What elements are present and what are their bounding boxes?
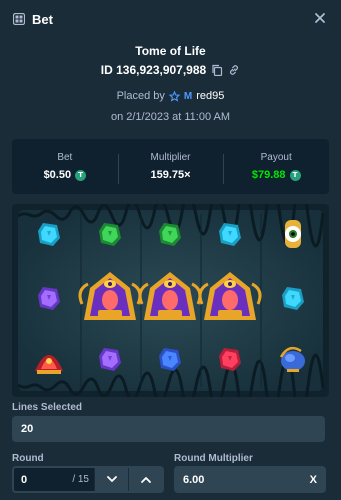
- round-stepper: 0 / 15: [12, 466, 164, 493]
- round-value: 0: [21, 473, 28, 486]
- placed-by-row: Placed by M red95: [0, 90, 341, 102]
- round-label: Round: [12, 453, 44, 464]
- bet-id-row: ID 136,923,907,988: [0, 63, 341, 77]
- tether-coin-icon: T: [75, 169, 87, 181]
- tether-coin-icon: T: [289, 169, 301, 181]
- slot-symbol-golden-eye-icon: [285, 220, 301, 248]
- round-multiplier-label: Round Multiplier: [174, 453, 253, 464]
- chevron-up-icon: [140, 477, 151, 483]
- modal-header: Bet: [0, 0, 341, 38]
- slot-board: [12, 204, 329, 397]
- stat-bet: Bet $0.50 T: [12, 152, 118, 181]
- vip-star-icon: [168, 90, 180, 102]
- round-multiplier-suffix: X: [309, 473, 317, 486]
- vip-badge: M: [183, 90, 193, 102]
- bet-date: on 2/1/2023 at 11:00 AM: [110, 111, 231, 123]
- modal-title: Bet: [32, 11, 53, 27]
- stat-bet-value: $0.50: [43, 169, 72, 181]
- bet-id: ID 136,923,907,988: [100, 63, 207, 77]
- game-title[interactable]: Tome of Life: [0, 44, 341, 58]
- stat-multiplier-value: 159.75×: [150, 169, 191, 181]
- close-icon[interactable]: [312, 10, 328, 26]
- round-increment-button[interactable]: [128, 468, 162, 491]
- link-icon[interactable]: [228, 64, 240, 76]
- placed-by-label: Placed by: [116, 90, 165, 102]
- lines-selected-value: 20: [21, 423, 34, 435]
- stat-multiplier-label: Multiplier: [150, 152, 191, 163]
- stat-payout: Payout $79.88 T: [223, 152, 329, 184]
- stat-multiplier: Multiplier 159.75×: [117, 152, 224, 184]
- lines-selected-field[interactable]: 20: [12, 416, 325, 442]
- slot-board-svg: [12, 204, 329, 397]
- stat-payout-label: Payout: [260, 152, 292, 163]
- copy-icon[interactable]: [211, 64, 223, 76]
- lines-selected-label: Lines Selected: [12, 402, 83, 413]
- stat-payout-value-row: $79.88 T: [223, 169, 329, 181]
- stat-payout-value: $79.88: [251, 169, 286, 181]
- bet-stats-panel: Bet $0.50 T Multiplier 159.75× Payout $7…: [12, 139, 329, 194]
- round-input[interactable]: 0 / 15: [14, 474, 94, 486]
- round-total: / 15: [72, 474, 89, 485]
- stat-bet-value-row: $0.50 T: [12, 169, 118, 181]
- stat-bet-label: Bet: [57, 152, 73, 163]
- chevron-down-icon: [106, 476, 117, 482]
- round-decrement-button[interactable]: [94, 468, 128, 491]
- bet-icon: [13, 13, 25, 25]
- round-multiplier-value: 6.00: [183, 473, 205, 486]
- username-link[interactable]: red95: [196, 90, 224, 102]
- round-multiplier-field: 6.00 X: [174, 466, 326, 493]
